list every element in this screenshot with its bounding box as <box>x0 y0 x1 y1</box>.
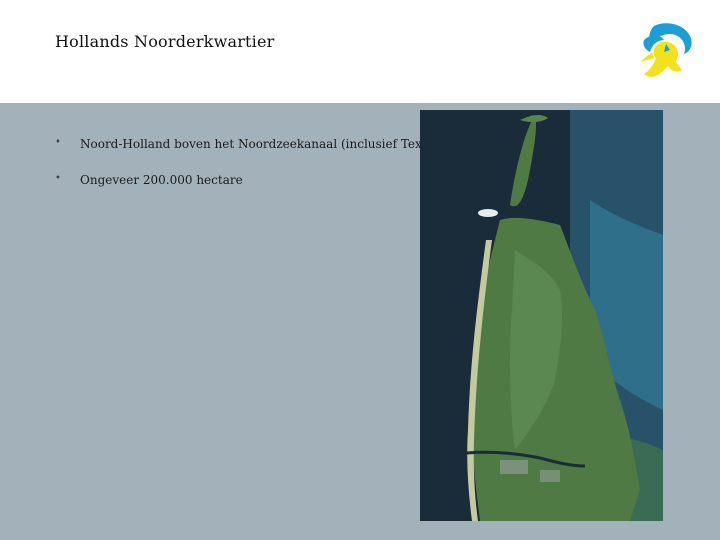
bullet-text: Ongeveer 200.000 hectare <box>80 173 243 187</box>
bullet-text: Noord-Holland boven het Noordzeekanaal (… <box>80 137 438 151</box>
bullet-dot: • <box>55 137 61 148</box>
page-title: Hollands Noorderkwartier <box>55 32 275 51</box>
lion-logo-icon <box>640 23 692 77</box>
header-bar: Hollands Noorderkwartier <box>0 0 720 103</box>
satellite-map-image <box>420 110 663 521</box>
bullet-dot: • <box>55 173 61 184</box>
